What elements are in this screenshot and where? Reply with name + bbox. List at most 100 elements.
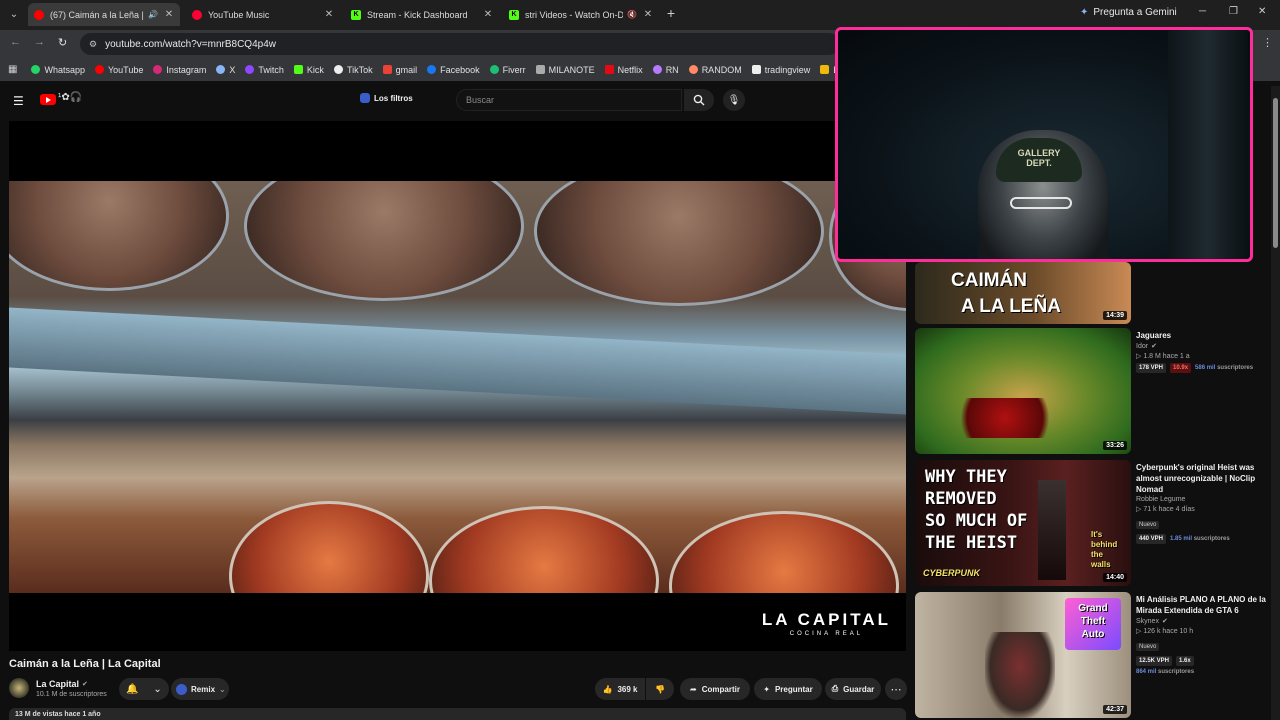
bookmark-kick[interactable]: Kick bbox=[293, 65, 324, 75]
milanote-icon bbox=[535, 65, 545, 74]
back-icon[interactable]: ← bbox=[10, 36, 21, 48]
bookmark-label: X bbox=[229, 64, 236, 75]
bookmark-label: MILANOTE bbox=[548, 64, 595, 75]
bookmark-netflix[interactable]: Netflix bbox=[604, 65, 643, 75]
recommendation-thumbnail[interactable]: WHY THEY REMOVED SO MUCH OF THE HEIST It… bbox=[915, 460, 1131, 586]
close-icon[interactable]: ✕ bbox=[641, 9, 655, 20]
close-icon[interactable]: ✕ bbox=[162, 9, 176, 20]
kick-icon: K bbox=[509, 9, 519, 20]
voice-search-button[interactable]: 🎙 bbox=[723, 89, 745, 111]
recommendation-title[interactable]: Cyberpunk's original Heist was almost un… bbox=[1136, 462, 1266, 495]
recommendation-info[interactable]: Mi Análisis PLANO A PLANO de la Mirada E… bbox=[1136, 594, 1266, 675]
bookmark-x[interactable]: X bbox=[216, 65, 235, 75]
recommendation-thumbnail[interactable]: Grand Theft Auto 42:37 bbox=[915, 592, 1131, 718]
subs-number: 1.85 mil bbox=[1170, 536, 1193, 542]
bookmark-youtube[interactable]: YouTube bbox=[94, 65, 143, 75]
share-button[interactable]: ➦ Compartir bbox=[680, 678, 750, 700]
forward-icon[interactable]: → bbox=[34, 36, 45, 48]
description-box[interactable]: 13 M de vistas hace 1 año bbox=[9, 708, 906, 720]
video-duration: 14:40 bbox=[1103, 573, 1127, 582]
bookmark-facebook[interactable]: Facebook bbox=[427, 65, 480, 75]
tab-stri-videos[interactable]: K stri Videos - Watch On-Den 🔇 ✕ bbox=[503, 3, 659, 26]
url-text[interactable]: youtube.com/watch?v=mnrB8CQ4p4w bbox=[105, 39, 276, 50]
restore-icon[interactable]: ❐ bbox=[1229, 6, 1238, 17]
ask-button[interactable]: ✦ Preguntar bbox=[754, 678, 822, 700]
channel-name-link[interactable]: La Capital ✔ bbox=[36, 679, 88, 689]
thumbnail-text: A LA LEÑA bbox=[961, 296, 1061, 317]
close-icon[interactable]: ✕ bbox=[322, 9, 336, 20]
thumbnail-art bbox=[1038, 480, 1066, 580]
tab-title: YouTube Music bbox=[208, 9, 270, 20]
muted-icon[interactable]: 🔇 bbox=[627, 10, 637, 19]
tab-caiman[interactable]: (67) Caimán a la Leña | La C 🔊 ✕ bbox=[28, 3, 180, 26]
notifications-button[interactable]: 🔔 ⌄ bbox=[119, 678, 169, 700]
twitch-icon bbox=[245, 65, 255, 74]
menu-icon[interactable]: ☰ bbox=[13, 94, 24, 108]
more-actions-button[interactable]: ⋯ bbox=[885, 678, 907, 700]
audio-playing-icon[interactable]: 🔊 bbox=[148, 10, 158, 19]
browser-menu-icon[interactable]: ⋮ bbox=[1262, 36, 1273, 49]
bookmark-tiktok[interactable]: TikTok bbox=[333, 65, 373, 75]
thumbnail-text: SO MUCH OF bbox=[925, 511, 1028, 531]
bookmark-label: Facebook bbox=[440, 64, 480, 75]
thumbnail-text: THE HEIST bbox=[925, 533, 1018, 553]
bookmark-milanote[interactable]: MILANOTE bbox=[535, 64, 595, 75]
tab-youtube-music[interactable]: YouTube Music ✕ bbox=[186, 3, 340, 26]
bookmark-label: RN bbox=[665, 64, 679, 75]
recommendation-channel[interactable]: Skynex ✔ bbox=[1136, 617, 1266, 626]
video-player[interactable]: LA CAPITAL COCINA REAL bbox=[9, 121, 906, 651]
filter-icon bbox=[360, 93, 370, 103]
streamer-glasses bbox=[1010, 197, 1072, 209]
recommendation-title[interactable]: Jaguares bbox=[1136, 330, 1266, 341]
bookmark-rn[interactable]: RN bbox=[652, 64, 679, 75]
bookmark-random[interactable]: RANDOM bbox=[688, 65, 742, 75]
subs-number: 586 mil bbox=[1195, 365, 1216, 371]
recommendation-title[interactable]: Mi Análisis PLANO A PLANO de la Mirada E… bbox=[1136, 594, 1266, 616]
remix-button[interactable]: Remix ⌄ bbox=[171, 678, 229, 700]
recommendation-info[interactable]: Jaguares Idor ✔ ▷ 1.8 M hace 1 a 178 VPH … bbox=[1136, 330, 1266, 373]
gemini-button[interactable]: ✦ Pregunta a Gemini bbox=[1080, 7, 1177, 18]
save-button[interactable]: ⎙ Guardar bbox=[825, 678, 881, 700]
reload-icon[interactable]: ↻ bbox=[58, 36, 67, 49]
thumbnail-text: WHY THEY bbox=[925, 467, 1007, 487]
new-badge: Nuevo bbox=[1136, 643, 1160, 651]
thumbnail-text: REMOVED bbox=[925, 489, 997, 509]
search-button[interactable] bbox=[684, 89, 714, 111]
page-scrollbar[interactable] bbox=[1271, 86, 1280, 720]
recommendation-thumbnail[interactable]: CAIMÁN A LA LEÑA 14:39 bbox=[915, 262, 1131, 324]
bookmark-whatsapp[interactable]: Whatsapp bbox=[31, 65, 85, 75]
dislike-button[interactable]: 👎 bbox=[646, 678, 674, 700]
apps-grid-icon[interactable]: ▦ bbox=[8, 64, 17, 75]
like-button[interactable]: 👍 369 k bbox=[595, 678, 645, 700]
share-icon: ➦ bbox=[690, 684, 697, 694]
address-bar[interactable]: ⚙ youtube.com/watch?v=mnrB8CQ4p4w bbox=[80, 33, 840, 55]
search-input[interactable] bbox=[457, 90, 681, 110]
youtube-logo-icon[interactable] bbox=[40, 94, 56, 105]
netflix-icon bbox=[604, 65, 614, 74]
recommendation-thumbnail[interactable]: 33:26 bbox=[915, 328, 1131, 454]
bookmark-gmail[interactable]: gmail bbox=[382, 65, 417, 75]
food-dish bbox=[229, 501, 429, 593]
thumbs-up-icon: 👍 bbox=[602, 684, 613, 694]
channel-avatar[interactable] bbox=[9, 678, 29, 698]
bookmark-twitch[interactable]: Twitch bbox=[245, 65, 284, 75]
site-info-icon[interactable]: ⚙ bbox=[89, 39, 97, 50]
recommendation-info[interactable]: Cyberpunk's original Heist was almost un… bbox=[1136, 462, 1266, 544]
close-icon[interactable]: ✕ bbox=[481, 9, 495, 20]
scrollbar-thumb[interactable] bbox=[1273, 98, 1278, 248]
window-close-icon[interactable]: ✕ bbox=[1258, 6, 1266, 17]
recommendation-channel[interactable]: Idor ✔ bbox=[1136, 342, 1266, 351]
bookmark-fiverr[interactable]: Fiverr bbox=[489, 65, 526, 75]
minimize-icon[interactable]: ─ bbox=[1199, 6, 1206, 17]
tab-kick-dashboard[interactable]: K Stream - Kick Dashboard ✕ bbox=[345, 3, 499, 26]
recommendation-channel[interactable]: Robbie Legume bbox=[1136, 496, 1266, 503]
bookmark-instagram[interactable]: Instagram bbox=[153, 65, 206, 75]
metal-shelf bbox=[9, 307, 906, 415]
upload-age: hace 1 a bbox=[1162, 353, 1190, 360]
tab-search-chevron-icon[interactable]: ⌄ bbox=[5, 5, 23, 23]
new-tab-button[interactable]: + bbox=[664, 6, 678, 20]
filters-button[interactable]: Los filtros bbox=[360, 93, 413, 103]
tab-title: stri Videos - Watch On-Den bbox=[525, 9, 624, 20]
bookmark-tradingview[interactable]: tradingview bbox=[751, 65, 810, 75]
gta-logo-icon: Grand Theft Auto bbox=[1065, 598, 1121, 650]
